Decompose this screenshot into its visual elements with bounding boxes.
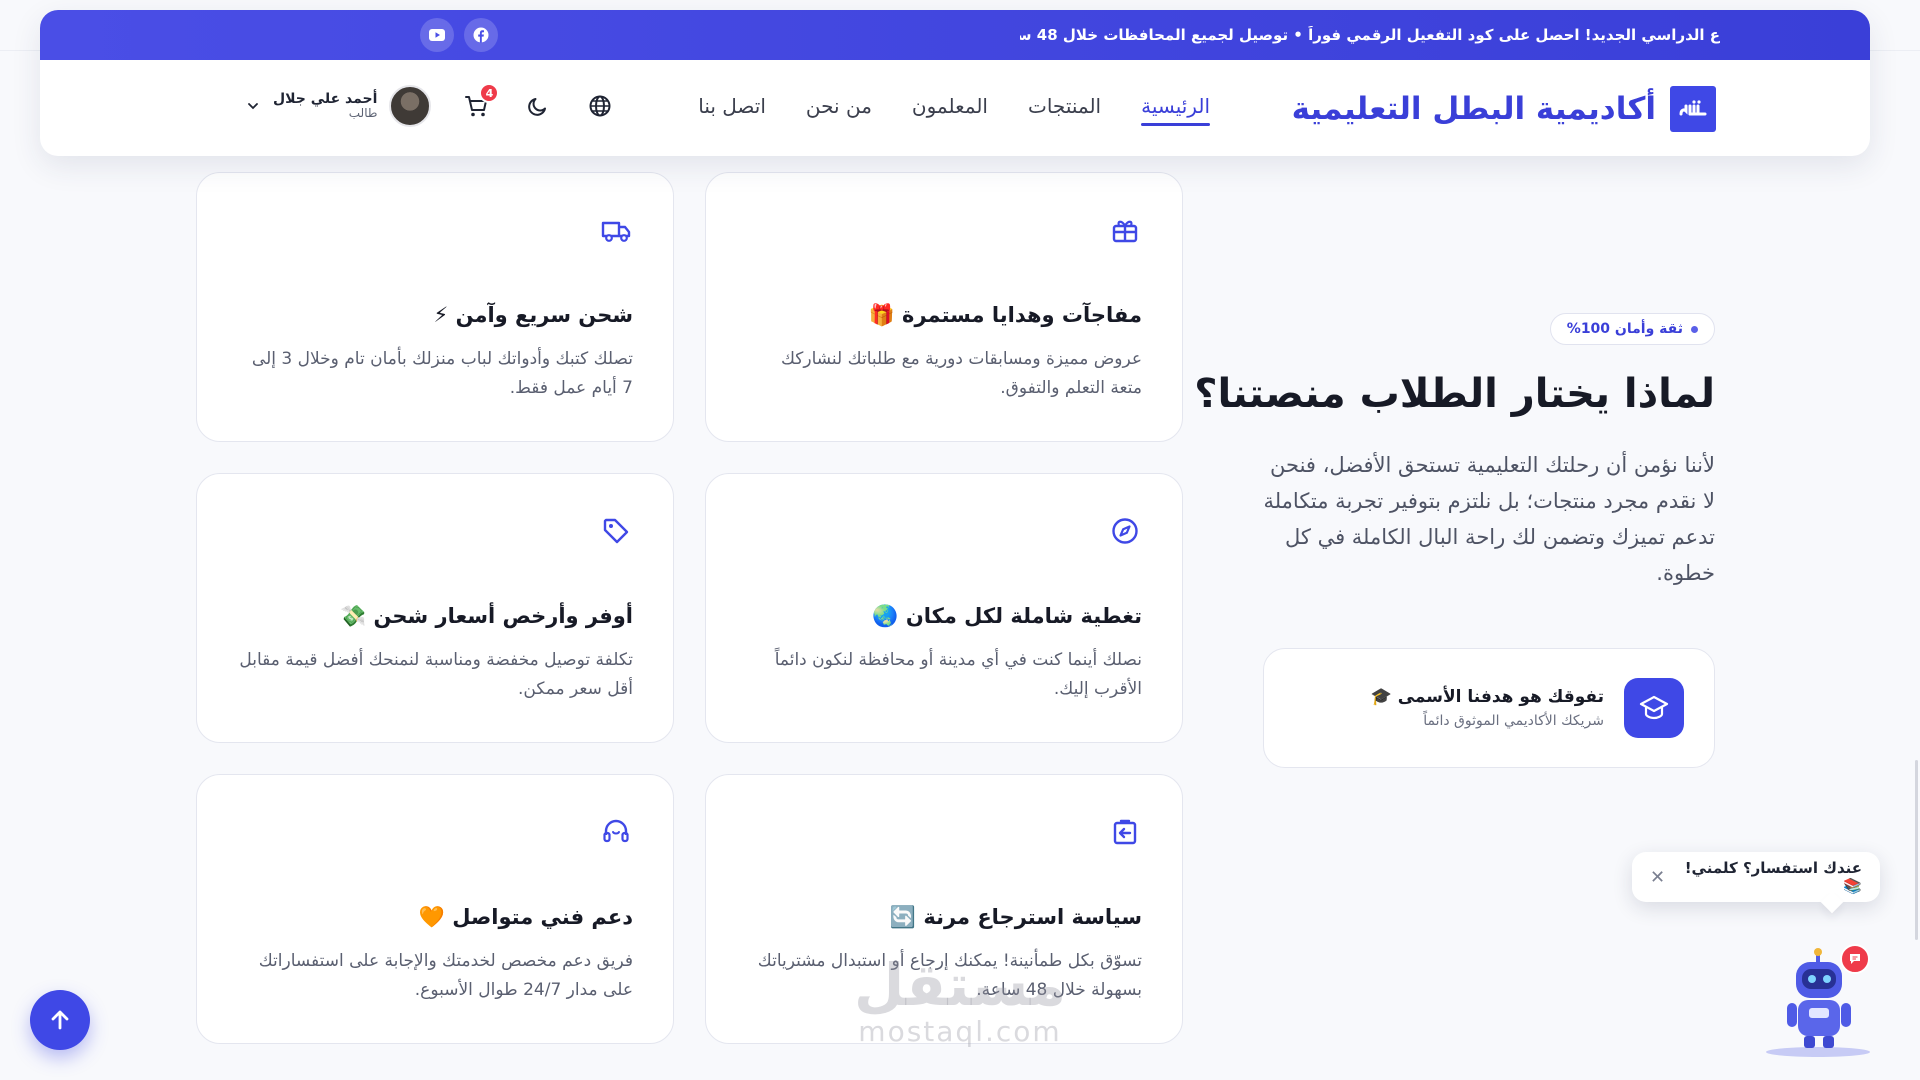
feature-title: شحن سريع وآمن ⚡	[433, 303, 633, 327]
cart-button[interactable]: 4	[459, 83, 500, 123]
section-title: لماذا يختار الطلاب منصتنا؟	[1194, 371, 1715, 417]
brand-logo-icon	[1670, 86, 1716, 132]
gift-icon	[1108, 213, 1142, 247]
promo-bar: ع الدراسي الجديد! احصل على كود التفعيل ا…	[40, 10, 1870, 60]
feature-description: فريق دعم مخصص لخدمتك والإجابة على استفسا…	[258, 951, 633, 1000]
cart-count-badge: 4	[479, 83, 500, 103]
feature-description: تكلفة توصيل مخفضة ومناسبة لنمنحك أفضل قي…	[239, 650, 633, 699]
user-name: أحمد علي جلال	[273, 91, 378, 108]
section-description: لأننا نؤمن أن رحلتك التعليمية تستحق الأف…	[1263, 453, 1715, 585]
feature-title: مفاجآت وهدايا مستمرة 🎁	[868, 303, 1142, 327]
nav-item-contact[interactable]: اتصل بنا	[698, 94, 766, 126]
motto-text: تفوقك هو هدفنا الأسمى 🎓 شريكك الأكاديمي …	[1371, 687, 1604, 729]
feature-card-coverage: تغطية شاملة لكل مكان 🌏 نصلك أينما كنت في…	[705, 473, 1183, 743]
return-icon	[1108, 815, 1142, 849]
feature-description: نصلك أينما كنت في أي مدينة أو محافظة لنك…	[774, 650, 1142, 699]
why-us-intro: ثقة وأمان 100% لماذا يختار الطلاب منصتنا…	[1194, 313, 1715, 591]
avatar	[389, 85, 432, 127]
youtube-icon[interactable]	[420, 18, 454, 52]
theme-toggle[interactable]	[521, 89, 555, 123]
feature-title: تغطية شاملة لكل مكان 🌏	[872, 604, 1142, 628]
scrollbar-thumb[interactable]	[1915, 760, 1918, 940]
motto-subtitle: شريكك الأكاديمي الموثوق دائماً	[1423, 713, 1604, 729]
close-icon[interactable]: ✕	[1650, 867, 1665, 888]
feature-title: دعم فني متواصل 🧡	[418, 905, 633, 929]
nav-item-teachers[interactable]: المعلمون	[912, 94, 988, 126]
motto-title: تفوقك هو هدفنا الأسمى 🎓	[1370, 687, 1604, 707]
nav-links: الرئيسية المنتجات المعلمون من نحن اتصل ب…	[698, 94, 1210, 126]
chatbot-launcher[interactable]	[1760, 940, 1880, 1060]
truck-icon	[599, 213, 633, 247]
motto-card: تفوقك هو هدفنا الأسمى 🎓 شريكك الأكاديمي …	[1263, 648, 1715, 768]
promo-text: ع الدراسي الجديد! احصل على كود التفعيل ا…	[1020, 26, 1720, 44]
scroll-to-top-button[interactable]	[30, 990, 90, 1050]
user-menu[interactable]: أحمد علي جلال طالب	[245, 85, 432, 127]
nav-item-products[interactable]: المنتجات	[1028, 94, 1101, 126]
chat-prompt-text: عندك استفسار؟ كلمني! 📚	[1684, 859, 1862, 895]
graduation-cap-icon	[1624, 678, 1684, 738]
moon-icon	[528, 98, 547, 116]
tag-icon	[599, 514, 633, 548]
social-links	[420, 18, 498, 52]
feature-description: تسوّق بكل طمأنينة! يمكنك إرجاع أو استبدا…	[757, 951, 1142, 1000]
globe-icon	[589, 95, 611, 117]
feature-card-prices: أوفر وأرخص أسعار شحن 💸 تكلفة توصيل مخفضة…	[196, 473, 674, 743]
feature-title: سياسة استرجاع مرنة 🔄	[889, 905, 1142, 929]
feature-card-returns: سياسة استرجاع مرنة 🔄 تسوّق بكل طمأنينة! …	[705, 774, 1183, 1044]
trust-badge: ثقة وأمان 100%	[1549, 313, 1715, 345]
user-role: طالب	[348, 106, 378, 121]
user-info: أحمد علي جلال طالب	[273, 91, 377, 121]
feature-card-gifts: مفاجآت وهدايا مستمرة 🎁 عروض مميزة ومسابق…	[705, 172, 1183, 442]
feature-card-shipping: شحن سريع وآمن ⚡ تصلك كتبك وأدواتك لباب م…	[196, 172, 674, 442]
arrow-up-icon	[51, 1010, 69, 1030]
feature-description: تصلك كتبك وأدواتك لباب منزلك بأمان تام و…	[251, 349, 633, 398]
trust-badge-label: ثقة وأمان 100%	[1566, 321, 1683, 337]
headset-icon	[599, 815, 633, 849]
feature-card-support: دعم فني متواصل 🧡 فريق دعم مخصص لخدمتك وا…	[196, 774, 674, 1044]
nav-actions: أحمد علي جلال طالب 4	[245, 83, 617, 127]
feature-title: أوفر وأرخص أسعار شحن 💸	[340, 604, 633, 628]
nav-item-home[interactable]: الرئيسية	[1141, 94, 1210, 126]
feature-description: عروض مميزة ومسابقات دورية مع طلباتك لنشا…	[780, 349, 1142, 398]
site-header: ع الدراسي الجديد! احصل على كود التفعيل ا…	[40, 10, 1870, 156]
chat-notification-icon	[1840, 944, 1870, 974]
brand-title: أكاديمية البطل التعليمية	[1291, 91, 1656, 127]
nav-item-about[interactable]: من نحن	[806, 94, 872, 126]
main-nav: أكاديمية البطل التعليمية الرئيسية المنتج…	[40, 60, 1870, 156]
brand[interactable]: أكاديمية البطل التعليمية	[1292, 86, 1716, 132]
compass-icon	[1108, 514, 1142, 548]
chevron-down-icon	[248, 103, 258, 110]
language-button[interactable]	[583, 89, 617, 123]
facebook-icon[interactable]	[464, 18, 498, 52]
chat-prompt-bubble[interactable]: ✕ عندك استفسار؟ كلمني! 📚	[1632, 852, 1880, 902]
badge-dot	[1691, 325, 1698, 333]
